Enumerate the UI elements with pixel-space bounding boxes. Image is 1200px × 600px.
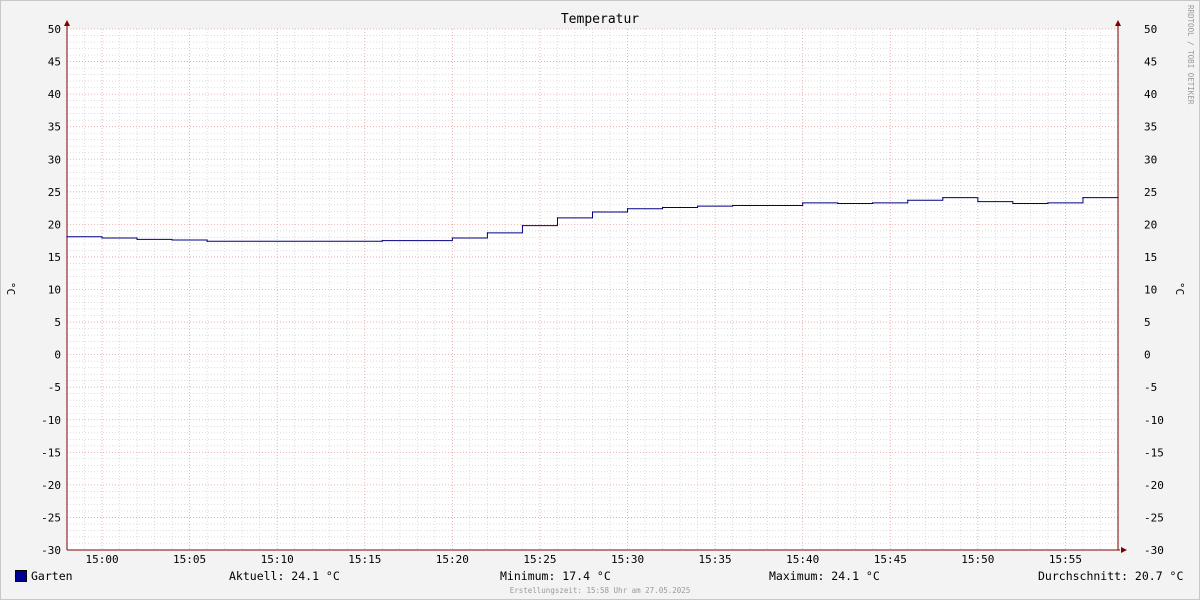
chart-panel: Temperatur RRDTOOL / TOBI OETIKER °C °C … [0, 0, 1200, 600]
y-tick-label-left: 15 [48, 251, 61, 264]
x-axis-arrow [1121, 547, 1127, 553]
y-tick-label-left: -25 [41, 511, 61, 524]
y-tick-label-right: -25 [1144, 511, 1164, 524]
y-tick-label-right: 40 [1144, 88, 1157, 101]
stat-maximum: Maximum: 24.1 °C [769, 569, 880, 583]
y-tick-label-right: 0 [1144, 349, 1151, 362]
creation-time-footer: Erstellungszeit: 15:58 Uhr am 27.05.2025 [509, 586, 691, 595]
y-tick-label-left: 45 [48, 56, 61, 69]
y-tick-label-right: 10 [1144, 284, 1157, 297]
data-point [732, 204, 734, 207]
y-tick-label-left: 25 [48, 186, 61, 199]
data-point [206, 240, 208, 242]
data-point [1117, 197, 1119, 199]
legend-label-garten: Garten [31, 569, 73, 583]
data-point [1082, 197, 1084, 199]
x-tick-label: 15:05 [173, 553, 206, 566]
y-tick-label-right: 35 [1144, 121, 1157, 134]
stat-minimum: Minimum: 17.4 °C [500, 569, 611, 583]
y-tick-label-right: 45 [1144, 56, 1157, 69]
x-tick-label: 15:35 [699, 553, 732, 566]
y-tick-label-left: 50 [48, 23, 61, 36]
y-tick-label-left: -5 [48, 381, 61, 394]
y-tick-label-left: 10 [48, 284, 61, 297]
data-point [486, 232, 488, 234]
data-point [66, 236, 68, 238]
data-point [942, 197, 944, 199]
y-tick-label-right: -20 [1144, 479, 1164, 492]
y-tick-label-right: -30 [1144, 544, 1164, 557]
y-tick-label-left: 0 [54, 349, 61, 362]
data-point [626, 208, 629, 210]
x-tick-label: 15:15 [348, 553, 381, 566]
y-tick-label-left: -10 [41, 414, 61, 427]
y-tick-label-right: 30 [1144, 153, 1157, 166]
data-point [837, 202, 839, 205]
data-point [802, 202, 804, 204]
y-tick-label-right: -10 [1144, 414, 1164, 427]
stat-current: Aktuell: 24.1 °C [229, 569, 340, 583]
y-axis-right-arrow [1115, 20, 1121, 26]
data-point [171, 239, 173, 241]
temperature-chart: 15:00 15:05 15:10 15:15 15:20 15:25 15:30 15:35… [41, 20, 1164, 566]
x-tick-label: 15:45 [874, 553, 907, 566]
data-point [907, 199, 909, 201]
x-tick-label: 15:40 [786, 553, 819, 566]
data-point [591, 211, 594, 213]
data-point [556, 217, 559, 219]
y-tick-label-left: -20 [41, 479, 61, 492]
x-tick-label: 15:10 [261, 553, 294, 566]
data-point [697, 205, 699, 207]
x-tick-label: 15:55 [1049, 553, 1082, 566]
data-point [136, 238, 138, 240]
data-point [451, 237, 453, 239]
y-tick-label-left: -30 [41, 544, 61, 557]
x-tick-label: 15:00 [85, 553, 118, 566]
y-tick-label-right: 50 [1144, 23, 1157, 36]
y-tick-label-right: -5 [1144, 381, 1157, 394]
y-tick-label-left: 30 [48, 153, 61, 166]
y-tick-label-right: 25 [1144, 186, 1157, 199]
data-point [661, 206, 664, 209]
y-tick-label-right: 15 [1144, 251, 1157, 264]
data-point [381, 240, 383, 242]
x-tick-label: 15:50 [961, 553, 994, 566]
x-tick-label: 15:30 [611, 553, 644, 566]
y-tick-label-left: 20 [48, 218, 61, 231]
y-tick-label-left: 35 [48, 121, 61, 134]
y-tick-label-left: 5 [54, 316, 61, 329]
data-point [977, 200, 979, 203]
y-tick-label-left: 40 [48, 88, 61, 101]
data-point [1012, 202, 1014, 205]
y-tick-label-right: 5 [1144, 316, 1151, 329]
x-tick-label: 15:25 [523, 553, 556, 566]
y-tick-label-right: 20 [1144, 218, 1157, 231]
stat-average: Durchschnitt: 20.7 °C [1038, 569, 1184, 583]
y-tick-label-left: -15 [41, 446, 61, 459]
legend-swatch-garten [15, 570, 27, 582]
y-tick-label-right: -15 [1144, 446, 1164, 459]
data-point [521, 225, 524, 227]
y-axis-left-arrow [64, 20, 70, 26]
data-point [101, 237, 103, 239]
data-point [872, 202, 874, 204]
data-point [1047, 202, 1049, 204]
x-tick-label: 15:20 [436, 553, 469, 566]
